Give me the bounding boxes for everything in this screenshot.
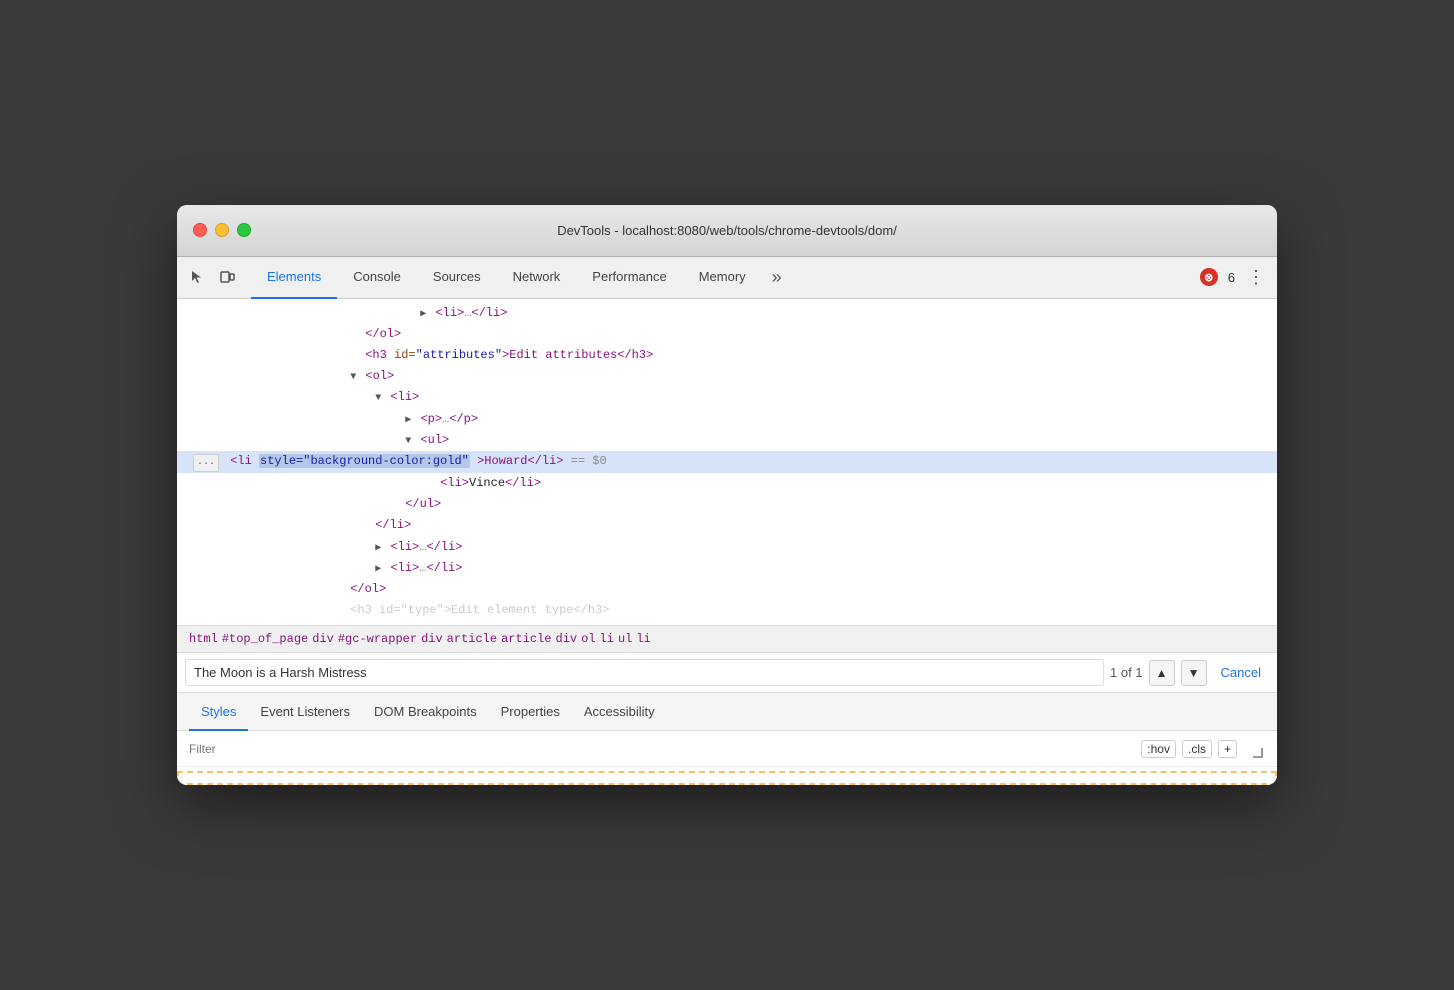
- tab-accessibility[interactable]: Accessibility: [572, 693, 667, 731]
- breadcrumb-ul[interactable]: ul: [618, 632, 632, 646]
- title-bar: DevTools - localhost:8080/web/tools/chro…: [177, 205, 1277, 257]
- breadcrumb-div-3[interactable]: div: [556, 632, 578, 646]
- tab-console[interactable]: Console: [337, 257, 417, 299]
- tab-network[interactable]: Network: [497, 257, 577, 299]
- error-badge: ⊗: [1200, 268, 1218, 286]
- breadcrumb-gc-wrapper[interactable]: #gc-wrapper: [338, 632, 417, 646]
- close-button[interactable]: [193, 223, 207, 237]
- collapse-icon[interactable]: ▼: [405, 436, 411, 447]
- breadcrumb-article-1[interactable]: article: [447, 632, 497, 646]
- dom-tree: ▶ <li>…</li> </ol> <h3 id="attributes">E…: [177, 299, 1277, 626]
- traffic-lights: [193, 223, 251, 237]
- main-content: ▶ <li>…</li> </ol> <h3 id="attributes">E…: [177, 299, 1277, 786]
- filter-input[interactable]: [189, 742, 1133, 756]
- tab-bar-right: ⊗ 6 ⋮: [1200, 267, 1269, 288]
- dom-line[interactable]: <h3 id="attributes">Edit attributes</h3>: [177, 345, 1277, 366]
- dom-line[interactable]: ▼ <ol>: [177, 366, 1277, 387]
- cls-button[interactable]: .cls: [1182, 740, 1212, 758]
- tab-sources[interactable]: Sources: [417, 257, 497, 299]
- dom-line-selected[interactable]: ... <li style="background-color:gold" >H…: [177, 451, 1277, 473]
- more-tabs-button[interactable]: »: [766, 267, 788, 288]
- resize-handle[interactable]: [1253, 748, 1263, 758]
- dom-line[interactable]: </ol>: [177, 324, 1277, 345]
- search-input[interactable]: [185, 659, 1104, 686]
- tab-bar: Elements Console Sources Network Perform…: [177, 257, 1277, 299]
- minimize-button[interactable]: [215, 223, 229, 237]
- search-prev-button[interactable]: ▲: [1149, 660, 1175, 686]
- dom-line[interactable]: ▶ <p>…</p>: [177, 409, 1277, 430]
- dom-line[interactable]: ▼ <ul>: [177, 430, 1277, 451]
- dashed-style-area: [177, 771, 1277, 785]
- tab-dom-breakpoints[interactable]: DOM Breakpoints: [362, 693, 489, 731]
- dom-line[interactable]: <h3 id="type">Edit element type</h3>: [177, 600, 1277, 621]
- collapse-icon[interactable]: ▼: [375, 393, 381, 404]
- search-count: 1 of 1: [1110, 665, 1143, 680]
- triangle-icon: ▶: [420, 309, 426, 320]
- tab-properties[interactable]: Properties: [489, 693, 572, 731]
- bottom-tabs: Styles Event Listeners DOM Breakpoints P…: [177, 693, 1277, 731]
- breadcrumb-article-2[interactable]: article: [501, 632, 551, 646]
- filter-actions: :hov .cls +: [1141, 740, 1237, 758]
- ellipsis-button[interactable]: ...: [193, 454, 219, 472]
- tab-styles[interactable]: Styles: [189, 693, 248, 731]
- tab-memory[interactable]: Memory: [683, 257, 762, 299]
- breadcrumb: html #top_of_page div #gc-wrapper div ar…: [177, 625, 1277, 653]
- error-icon: ⊗: [1204, 271, 1213, 284]
- add-style-button[interactable]: +: [1218, 740, 1237, 758]
- dom-line[interactable]: </ul>: [177, 494, 1277, 515]
- breadcrumb-html[interactable]: html: [189, 632, 218, 646]
- breadcrumb-div-1[interactable]: div: [312, 632, 334, 646]
- expand-icon[interactable]: ▶: [375, 564, 381, 575]
- dom-line[interactable]: ▶ <li>…</li>: [177, 537, 1277, 558]
- tab-performance[interactable]: Performance: [576, 257, 682, 299]
- cancel-button[interactable]: Cancel: [1213, 661, 1269, 684]
- tab-elements[interactable]: Elements: [251, 257, 337, 299]
- cursor-icon[interactable]: [185, 265, 209, 289]
- tab-bar-icons: [185, 265, 239, 289]
- device-icon[interactable]: [215, 265, 239, 289]
- error-count: 6: [1228, 270, 1235, 285]
- breadcrumb-li-2[interactable]: li: [636, 632, 650, 646]
- dom-line[interactable]: </li>: [177, 515, 1277, 536]
- search-bar: 1 of 1 ▲ ▼ Cancel: [177, 653, 1277, 693]
- collapse-icon[interactable]: ▼: [350, 372, 356, 383]
- dom-line[interactable]: ▶ <li>…</li>: [177, 303, 1277, 324]
- expand-icon[interactable]: ▶: [375, 543, 381, 554]
- dom-line[interactable]: ▶ <li>…</li>: [177, 558, 1277, 579]
- expand-icon[interactable]: ▶: [405, 415, 411, 426]
- devtools-menu-icon[interactable]: ⋮: [1243, 267, 1269, 288]
- window-title: DevTools - localhost:8080/web/tools/chro…: [557, 223, 897, 238]
- breadcrumb-div-2[interactable]: div: [421, 632, 443, 646]
- dom-line[interactable]: <li>Vince</li>: [177, 473, 1277, 494]
- tab-event-listeners[interactable]: Event Listeners: [248, 693, 362, 731]
- hov-button[interactable]: :hov: [1141, 740, 1176, 758]
- dom-line[interactable]: ▼ <li>: [177, 387, 1277, 408]
- filter-bar: :hov .cls +: [177, 731, 1277, 767]
- maximize-button[interactable]: [237, 223, 251, 237]
- breadcrumb-ol[interactable]: ol: [581, 632, 595, 646]
- devtools-window: DevTools - localhost:8080/web/tools/chro…: [177, 205, 1277, 786]
- dom-line[interactable]: </ol>: [177, 579, 1277, 600]
- breadcrumb-li-1[interactable]: li: [600, 632, 614, 646]
- search-next-button[interactable]: ▼: [1181, 660, 1207, 686]
- breadcrumb-top-of-page[interactable]: #top_of_page: [222, 632, 308, 646]
